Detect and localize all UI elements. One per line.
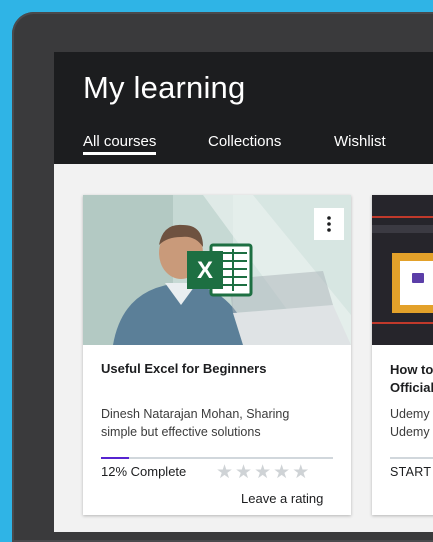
course-author: Udemy I Udemy I: [390, 405, 433, 441]
start-course-link[interactable]: START C: [390, 465, 433, 479]
page-header: My learning All courses Collections Wish…: [54, 52, 433, 164]
course-thumbnail: X: [83, 195, 351, 345]
tab-bar: All courses Collections Wishlist A: [54, 133, 433, 155]
tab-all-courses[interactable]: All courses: [83, 133, 157, 155]
device-bezel: My learning All courses Collections Wish…: [12, 12, 433, 542]
course-author-line: Udemy I: [390, 425, 433, 439]
tab-wishlist[interactable]: Wishlist: [334, 133, 386, 150]
star-icon[interactable]: ★: [292, 463, 309, 482]
progress-bar: [101, 457, 333, 459]
excel-logo-letter: X: [197, 257, 213, 284]
progress-label: 12% Complete: [101, 464, 187, 479]
course-card[interactable]: X Useful Excel for Beginners Dinesh Nata…: [83, 195, 351, 515]
course-options-button[interactable]: [314, 208, 344, 240]
course-author: Dinesh Natarajan Mohan, Sharing simple b…: [101, 405, 341, 441]
star-icon[interactable]: ★: [254, 463, 271, 482]
rating-stars[interactable]: ★ ★ ★ ★ ★: [216, 463, 309, 482]
thumbnail-illustration: X: [83, 195, 351, 345]
course-title[interactable]: Useful Excel for Beginners: [101, 361, 266, 376]
course-author-line: simple but effective solutions: [101, 425, 261, 439]
star-icon[interactable]: ★: [216, 463, 233, 482]
course-card[interactable]: How to Official Udemy I Udemy I START C: [372, 195, 433, 515]
thumbnail-illustration: [372, 195, 433, 345]
progress-bar: [390, 457, 433, 459]
course-title-line: How to: [390, 362, 433, 377]
course-thumbnail: [372, 195, 433, 345]
course-author-line: Udemy I: [390, 407, 433, 421]
app-screen: My learning All courses Collections Wish…: [54, 52, 433, 532]
star-icon[interactable]: ★: [273, 463, 290, 482]
page-title: My learning: [83, 70, 246, 105]
leave-rating-link[interactable]: Leave a rating: [241, 491, 323, 506]
tab-collections[interactable]: Collections: [208, 133, 281, 150]
star-icon[interactable]: ★: [235, 463, 252, 482]
course-author-line: Dinesh Natarajan Mohan, Sharing: [101, 407, 290, 421]
course-title[interactable]: How to Official: [390, 361, 433, 397]
progress-bar-fill: [101, 457, 129, 459]
more-vertical-icon: [327, 216, 331, 232]
course-title-line: Official: [390, 380, 433, 395]
